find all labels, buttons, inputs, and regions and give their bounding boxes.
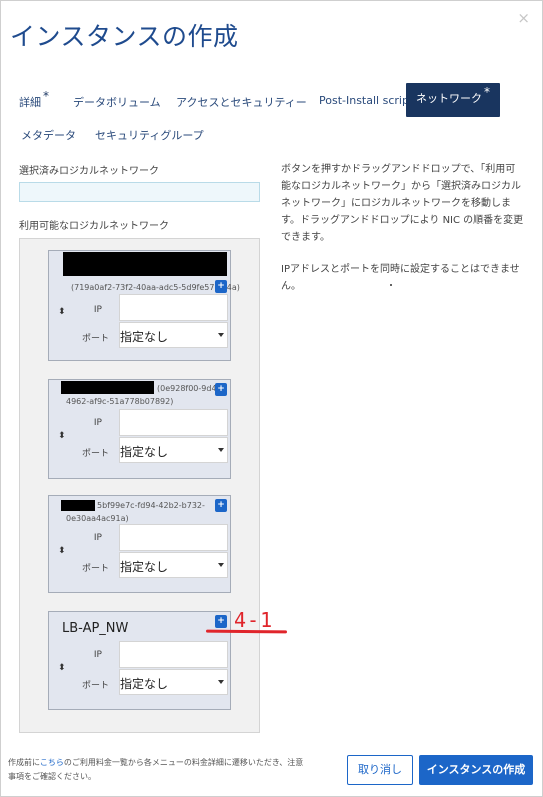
ip-label: IP: [93, 533, 102, 543]
network-card[interactable]: (0e928f00-9d45- 4962-af9c-51a778b07892) …: [48, 379, 231, 479]
sort-arrows-icon[interactable]: ⬍: [58, 547, 66, 556]
tab-data-volume[interactable]: データボリューム: [64, 88, 170, 116]
stray-dot: [390, 284, 392, 286]
tab-label: 詳細: [19, 96, 41, 109]
tab-label: メタデータ: [21, 129, 76, 142]
help-text: ボタンを押すかドラッグアンドドロップで、「利用可能なロジカルネットワーク」から「…: [281, 164, 524, 243]
chevron-down-icon: [218, 563, 224, 567]
pricing-link[interactable]: こちら: [40, 758, 64, 767]
dialog-title: インスタンスの作成: [10, 22, 239, 51]
port-label: ポート: [81, 681, 109, 691]
redacted-network-name: [61, 381, 154, 394]
selected-networks-label: 選択済みロジカルネットワーク: [19, 166, 159, 177]
annotation-label: 4-1: [234, 608, 274, 632]
available-networks-list: (719a0af2-73f2-40aa-adc5-5d9fe57c5f4a) +…: [19, 238, 260, 733]
port-label: ポート: [81, 334, 109, 344]
network-id: 5bf99e7c-fd94-42b2-b732-: [97, 501, 205, 510]
required-icon: *: [43, 89, 49, 103]
redacted-network-name: [63, 252, 227, 276]
port-select-value: 指定なし: [120, 677, 169, 691]
port-select[interactable]: 指定なし: [119, 552, 228, 578]
network-id: 4962-af9c-51a778b07892): [66, 397, 174, 406]
footer-note: 作成前にこちらのご利用料金一覧から各メニューの料金詳細に遷移いただき、注意事項を…: [8, 756, 308, 784]
create-instance-dialog: インスタンスの作成 × 詳細 * データボリューム アクセスとセキュリティー Po…: [0, 0, 543, 797]
chevron-down-icon: [218, 448, 224, 452]
tab-security-group[interactable]: セキュリティグループ: [86, 121, 213, 149]
ip-input[interactable]: [119, 524, 228, 551]
tab-label: Post-Install script: [319, 94, 414, 107]
port-select[interactable]: 指定なし: [119, 437, 228, 463]
network-card[interactable]: LB-AP_NW + ⬍ IP ポート 指定なし: [48, 611, 231, 710]
redacted-network-name: [61, 500, 95, 511]
create-instance-button[interactable]: インスタンスの作成: [419, 755, 533, 785]
plus-icon[interactable]: +: [215, 499, 227, 512]
footer-note-prefix: 作成前に: [8, 758, 40, 767]
plus-icon[interactable]: +: [215, 615, 227, 628]
sort-arrows-icon[interactable]: ⬍: [58, 432, 66, 441]
ip-input[interactable]: [119, 294, 228, 321]
tab-label: データボリューム: [73, 96, 161, 109]
tab-label: ネットワーク: [416, 92, 482, 105]
port-label: ポート: [81, 564, 109, 574]
port-select-value: 指定なし: [120, 445, 169, 459]
required-icon: *: [484, 85, 490, 99]
ip-label: IP: [93, 650, 102, 660]
help-text-ip-port: IPアドレスとポートを同時に設定することはできません。: [281, 264, 520, 292]
plus-icon[interactable]: +: [215, 280, 227, 293]
chevron-down-icon: [218, 333, 224, 337]
tab-label: アクセスとセキュリティー: [176, 96, 307, 109]
selected-networks-dropzone[interactable]: [19, 182, 260, 202]
port-select-value: 指定なし: [120, 560, 169, 574]
available-networks-label: 利用可能なロジカルネットワーク: [19, 221, 169, 232]
ip-input[interactable]: [119, 409, 228, 436]
ip-label: IP: [93, 418, 102, 428]
chevron-down-icon: [218, 680, 224, 684]
plus-icon[interactable]: +: [215, 383, 227, 396]
tab-details[interactable]: 詳細 *: [10, 88, 58, 116]
sort-arrows-icon[interactable]: ⬍: [58, 664, 66, 673]
port-select[interactable]: 指定なし: [119, 322, 228, 348]
tab-network[interactable]: ネットワーク *: [406, 83, 500, 117]
network-card[interactable]: (719a0af2-73f2-40aa-adc5-5d9fe57c5f4a) +…: [48, 250, 240, 361]
tab-label: セキュリティグループ: [95, 129, 204, 142]
ip-label: IP: [93, 305, 102, 315]
tab-metadata[interactable]: メタデータ: [12, 121, 85, 149]
network-card[interactable]: 5bf99e7c-fd94-42b2-b732- 0e30aa4ac91a) +…: [48, 495, 231, 593]
network-name: LB-AP_NW: [62, 621, 129, 636]
ip-input[interactable]: [119, 641, 228, 668]
port-label: ポート: [81, 449, 109, 459]
cancel-button[interactable]: 取り消し: [347, 755, 413, 785]
port-select-value: 指定なし: [120, 330, 169, 344]
port-select[interactable]: 指定なし: [119, 669, 228, 695]
close-icon[interactable]: ×: [517, 9, 530, 27]
tab-access-security[interactable]: アクセスとセキュリティー: [167, 88, 316, 116]
